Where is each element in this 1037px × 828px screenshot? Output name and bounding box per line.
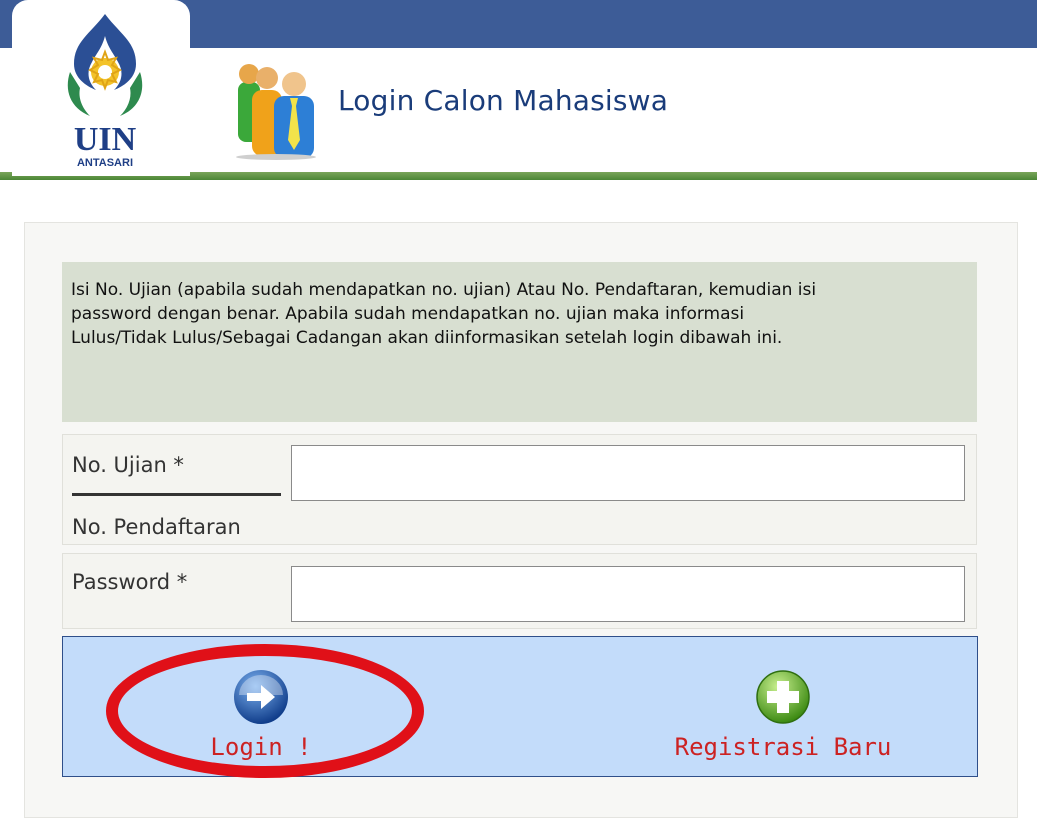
arrow-right-circle-icon — [234, 670, 288, 724]
logo-subtext: ANTASARI — [77, 157, 133, 169]
logo-tab: UIN ANTASARI — [12, 0, 190, 176]
action-bar: Login ! Registrasi Baru — [62, 636, 978, 777]
uin-antasari-logo: UIN ANTASARI — [67, 14, 143, 169]
register-button[interactable]: Registrasi Baru — [663, 667, 903, 761]
ujian-row: No. Ujian * No. Pendaftaran — [62, 434, 977, 545]
password-input[interactable] — [291, 566, 965, 622]
register-label: Registrasi Baru — [674, 733, 892, 761]
login-label: Login ! — [210, 733, 312, 761]
info-line: Lulus/Tidak Lulus/Sebagai Cadangan akan … — [71, 328, 783, 348]
login-button[interactable]: Login ! — [201, 667, 321, 761]
password-label: Password * — [72, 570, 188, 594]
ujian-input[interactable] — [291, 445, 965, 501]
info-line: password dengan benar. Apabila sudah men… — [71, 304, 745, 324]
password-row: Password * — [62, 553, 977, 629]
pendaftaran-label: No. Pendaftaran — [72, 515, 241, 539]
label-separator — [72, 493, 281, 496]
info-line: Isi No. Ujian (apabila sudah mendapatkan… — [71, 280, 817, 300]
people-icon — [236, 64, 316, 160]
plus-circle-icon — [756, 670, 810, 724]
page-title: Login Calon Mahasiswa — [338, 84, 669, 117]
ujian-label: No. Ujian * — [72, 453, 184, 477]
logo-text: UIN — [74, 121, 137, 158]
info-box: Isi No. Ujian (apabila sudah mendapatkan… — [62, 262, 977, 422]
